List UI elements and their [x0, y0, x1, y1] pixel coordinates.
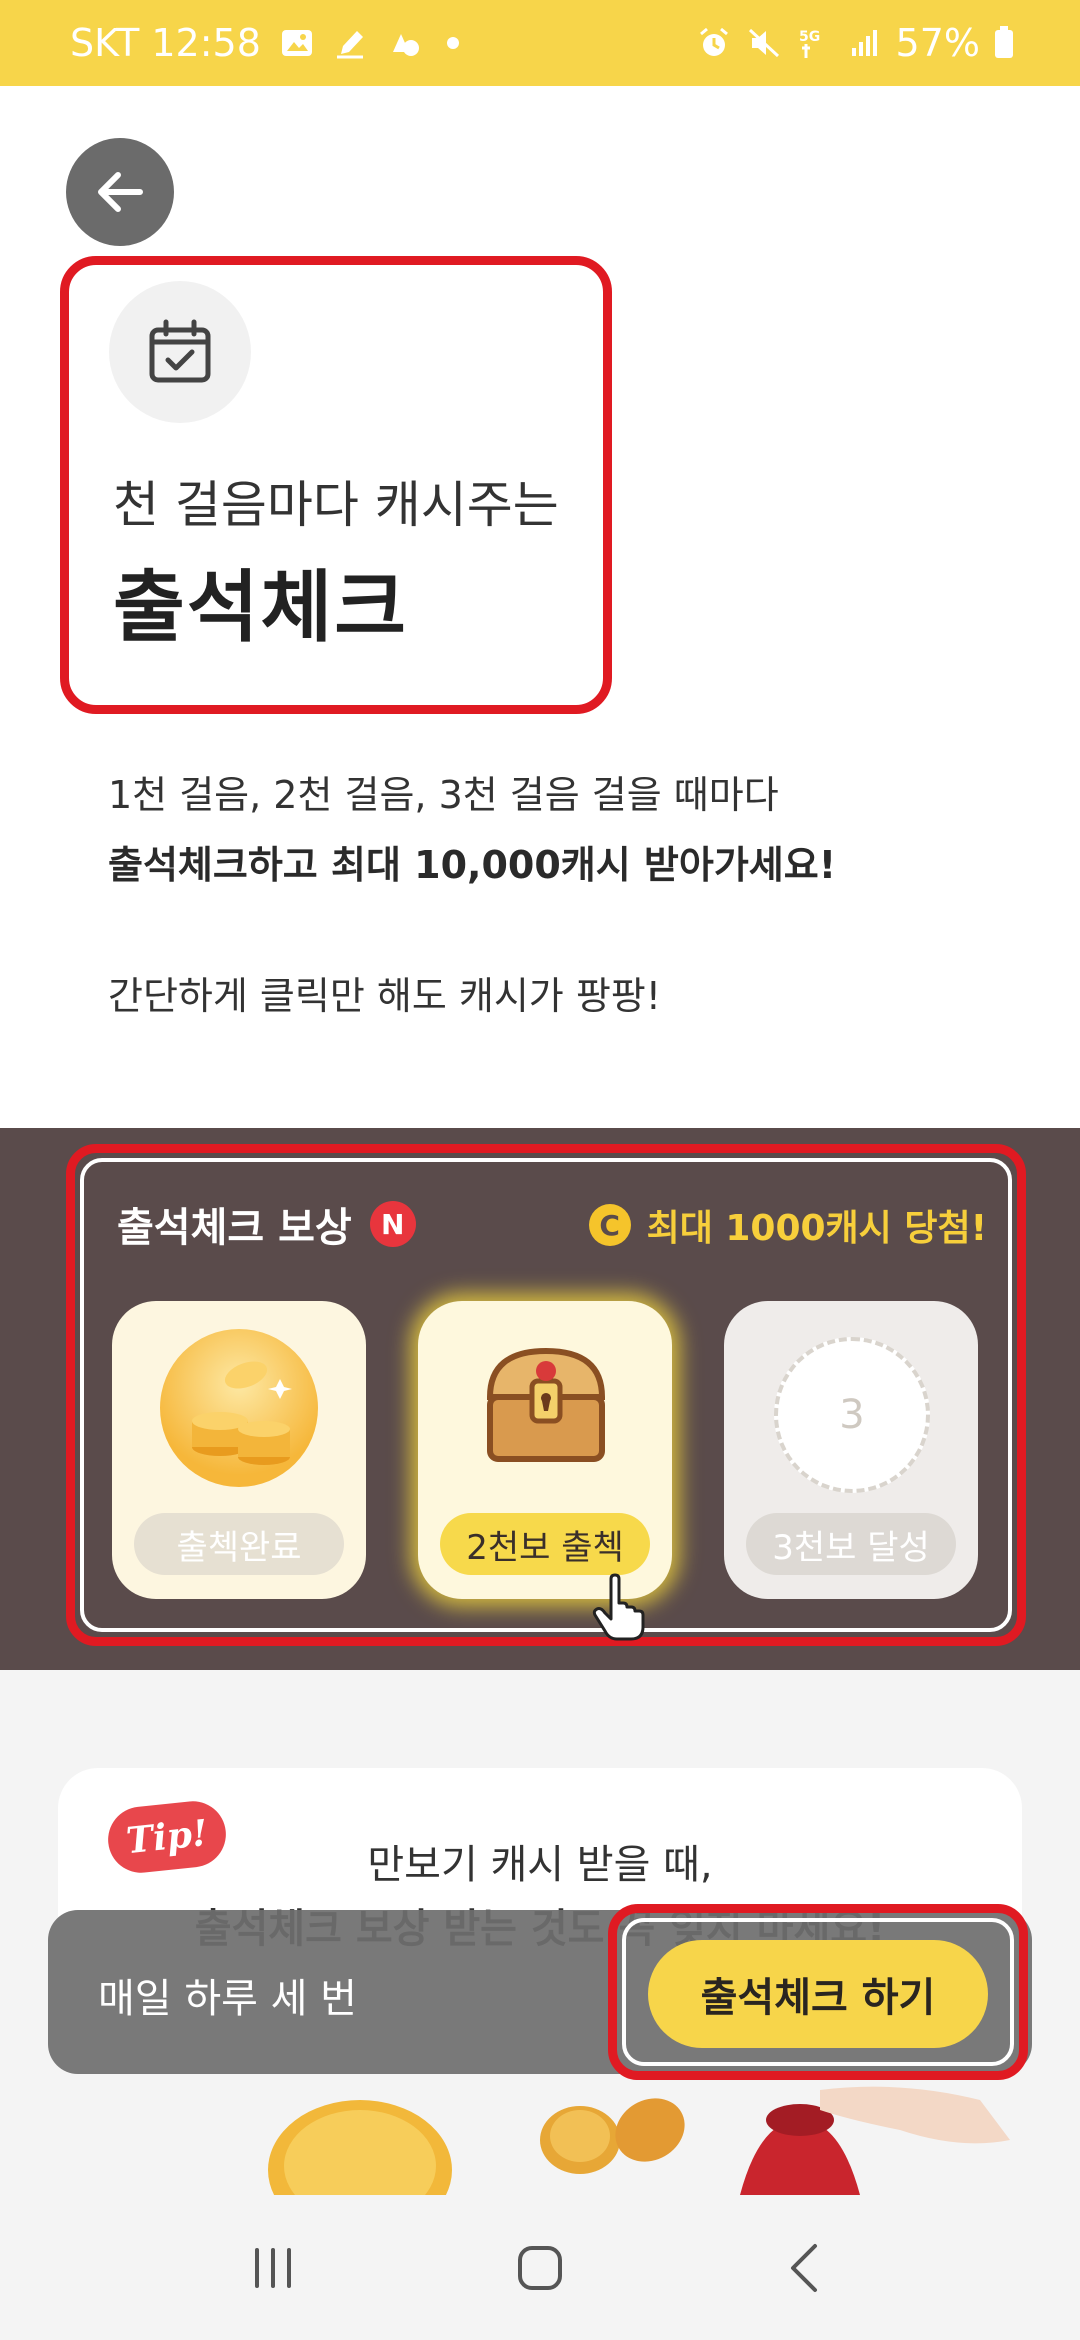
alarm-icon: [699, 27, 728, 56]
hand-pointer-icon: [592, 1573, 645, 1641]
reward-max: C 최대 1000캐시 당첨!: [588, 1199, 987, 1251]
coins-stamp-illustration: [268, 2086, 1010, 2195]
new-badge: N: [369, 1201, 416, 1247]
calendar-icon-circle: [109, 281, 251, 423]
battery-percent: 57%: [895, 21, 980, 65]
reward-card-locked[interactable]: 3 3천보 달성: [724, 1301, 978, 1599]
reward-card-locked-label: 3천보 달성: [746, 1513, 956, 1575]
reward-title: 출석체크 보상 N: [117, 1195, 416, 1253]
reward-title-text: 출석체크 보상: [117, 1205, 352, 1251]
treasure-chest-icon: [486, 1347, 606, 1462]
cloud-icon: [392, 34, 419, 56]
description: 1천 걸음, 2천 걸음, 3천 걸음 걸을 때마다 출석체크하고 최대 10,…: [108, 760, 836, 900]
back-button[interactable]: [66, 138, 174, 246]
reward-card-active-label: 2천보 출첵: [440, 1513, 650, 1575]
back-icon: [790, 2243, 817, 2292]
battery-icon: [995, 26, 1013, 58]
bottom-bar-text: 매일 하루 세 번: [98, 1976, 357, 2022]
attendance-check-button[interactable]: 출석체크 하기: [648, 1940, 988, 2048]
reward-card-done-label: 출첵완료: [134, 1513, 344, 1575]
home-button[interactable]: [495, 2228, 585, 2308]
description-line1: 1천 걸음, 2천 걸음, 3천 걸음 걸을 때마다: [108, 773, 779, 817]
pen-icon: [336, 31, 363, 59]
header-subtitle: 천 걸음마다 캐시주는: [113, 476, 559, 534]
coin-icon: C: [588, 1204, 631, 1246]
mute-icon: [748, 28, 779, 58]
bottom-bar: 매일 하루 세 번 출석체크 하기: [48, 1904, 1032, 2080]
reward-highlight: 출석체크 보상 N C 최대 1000캐시 당첨! 출첵완료 2천보 출첵 3 …: [66, 1144, 1026, 1646]
carrier-time: SKT 12:58: [70, 21, 261, 65]
page-title: 출석체크: [113, 563, 409, 653]
step-number-circle: 3: [774, 1337, 930, 1493]
description-line2: 출석체크하고 최대 10,000캐시 받아가세요!: [108, 843, 837, 887]
decorative-illustration: [0, 2080, 1080, 2195]
tip-line1: 만보기 캐시 받을 때,: [367, 1842, 713, 1888]
coin-stack-icon: [160, 1329, 318, 1487]
5g-icon: 5G: [799, 29, 820, 58]
navigation-bar: [0, 2195, 1080, 2340]
recents-button[interactable]: [228, 2228, 318, 2308]
calendar-check-icon: [149, 319, 211, 383]
status-bar: SKT 12:58 5G 57%: [0, 0, 1080, 86]
image-icon: [281, 30, 312, 56]
header-highlight: 천 걸음마다 캐시주는 출석체크: [60, 256, 612, 714]
arrow-left-icon: [98, 172, 143, 212]
home-icon: [517, 2245, 562, 2290]
reward-max-text: 최대 1000캐시 당첨!: [646, 1208, 987, 1249]
reward-card-done[interactable]: 출첵완료: [112, 1301, 366, 1599]
nav-back-button[interactable]: [762, 2228, 852, 2308]
recents-icon: [255, 2247, 292, 2288]
svg-text:5G: 5G: [799, 29, 820, 45]
description-line3: 간단하게 클릭만 해도 캐시가 팡팡!: [108, 974, 661, 1018]
signal-icon: [851, 30, 877, 56]
reward-panel: 출석체크 보상 N C 최대 1000캐시 당첨! 출첵완료 2천보 출첵 3 …: [0, 1128, 1080, 1670]
reward-card-active[interactable]: 2천보 출첵: [418, 1301, 672, 1599]
notification-dot: [446, 37, 459, 49]
